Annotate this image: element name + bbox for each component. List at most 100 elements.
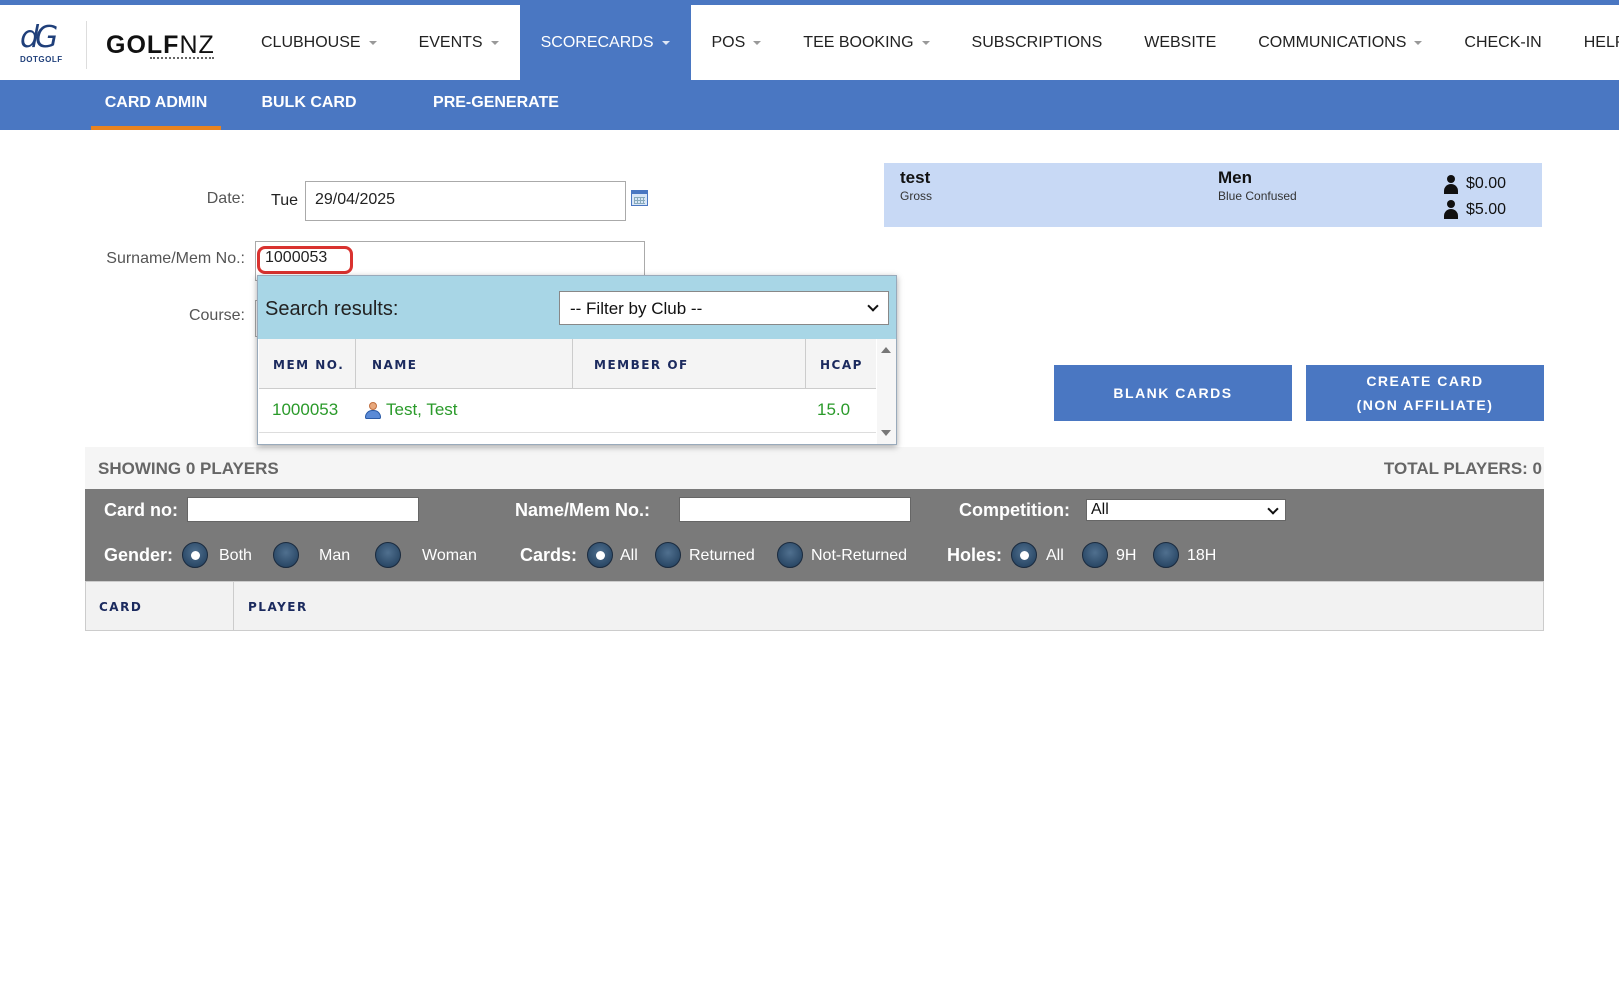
menu-clubhouse[interactable]: CLUBHOUSE — [240, 5, 398, 80]
club-filter-value: -- Filter by Club -- — [570, 299, 703, 318]
menu-subscriptions[interactable]: SUBSCRIPTIONS — [951, 5, 1124, 80]
col-member-of: MEMBER OF — [594, 358, 689, 372]
competition-select[interactable]: All — [1086, 499, 1286, 521]
column-divider — [355, 339, 356, 389]
club-filter-select[interactable]: -- Filter by Club -- — [559, 291, 889, 325]
create-card-button[interactable]: CREATE CARD (NON AFFILIATE) — [1306, 365, 1544, 421]
filter-bar: Card no: Name/Mem No.: Competition: All … — [85, 489, 1544, 581]
players-summary-bar: SHOWING 0 PLAYERS TOTAL PLAYERS: 0 — [85, 447, 1544, 489]
menu-pos[interactable]: POS — [691, 5, 783, 80]
info-category-sub: Blue Confused — [1218, 189, 1297, 203]
gender-man-radio[interactable] — [273, 542, 299, 568]
holes-18h-label: 18H — [1187, 547, 1217, 564]
create-card-sublabel: (NON AFFILIATE) — [1356, 397, 1494, 413]
cards-table-header: CARD PLAYER — [85, 581, 1544, 631]
day-label: Tue — [271, 192, 298, 209]
menu-label: SUBSCRIPTIONS — [971, 33, 1103, 51]
results-table-header: MEM NO. NAME MEMBER OF HCAP — [259, 339, 876, 389]
menu-website[interactable]: WEBSITE — [1123, 5, 1237, 80]
card-no-label: Card no: — [104, 500, 178, 520]
dotgolf-text: DOTGOLF — [20, 55, 63, 64]
person-icon — [1443, 175, 1459, 195]
result-hcap: 15.0 — [817, 400, 851, 419]
menu-label: COMMUNICATIONS — [1258, 33, 1407, 51]
holes-all-radio[interactable] — [1011, 542, 1037, 568]
column-divider — [572, 339, 573, 389]
col-mem-no: MEM NO. — [273, 358, 345, 372]
blank-cards-button[interactable]: BLANK CARDS — [1054, 365, 1292, 421]
menu-tee-booking[interactable]: TEE BOOKING — [782, 5, 950, 80]
golfnz-logo[interactable]: GOLFNZ — [106, 31, 215, 60]
menu-help[interactable]: HELP — [1563, 5, 1619, 80]
menu-events[interactable]: EVENTS — [398, 5, 520, 80]
name-filter-label: Name/Mem No.: — [515, 500, 651, 520]
info-name-sub: Gross — [900, 189, 933, 203]
menu-label: EVENTS — [418, 33, 483, 51]
cards-not-returned-label: Not-Returned — [811, 547, 908, 564]
surname-label: Surname/Mem No.: — [106, 250, 245, 267]
gender-both-label: Both — [219, 547, 252, 564]
caret-down-icon — [661, 40, 670, 45]
scroll-down-icon[interactable] — [881, 430, 891, 436]
menu-label: TEE BOOKING — [803, 33, 914, 51]
gender-label: Gender: — [104, 545, 174, 565]
caret-down-icon — [1414, 40, 1423, 45]
cards-all-radio[interactable] — [587, 542, 613, 568]
main-menu: CLUBHOUSE EVENTS SCORECARDS POS TEE BOOK… — [240, 5, 1619, 80]
menu-check-in[interactable]: CHECK-IN — [1443, 5, 1562, 80]
result-mem-no: 1000053 — [272, 400, 339, 419]
date-input[interactable]: 29/04/2025 — [305, 181, 626, 221]
dotgolf-mark: dG — [20, 20, 58, 55]
subnav-card-admin[interactable]: CARD ADMIN — [91, 80, 221, 130]
menu-communications[interactable]: COMMUNICATIONS — [1237, 5, 1443, 80]
menu-scorecards[interactable]: SCORECARDS — [519, 5, 691, 80]
menu-label: CLUBHOUSE — [261, 33, 361, 51]
column-divider — [233, 582, 234, 630]
search-result-row[interactable]: 1000053 Test, Test 15.0 — [259, 389, 876, 433]
cards-not-returned-radio[interactable] — [777, 542, 803, 568]
golf-lf: LF — [146, 31, 180, 59]
gender-man-label: Man — [319, 547, 351, 564]
holes-18h-radio[interactable] — [1153, 542, 1179, 568]
holes-9h-radio[interactable] — [1082, 542, 1108, 568]
menu-label: WEBSITE — [1144, 33, 1217, 51]
menu-label: POS — [711, 33, 746, 51]
dotgolf-logo[interactable]: dG DOTGOLF — [20, 23, 66, 73]
name-filter-input[interactable] — [679, 497, 911, 522]
col-player[interactable]: PLAYER — [248, 600, 308, 614]
subnav-pre-generate-cards[interactable]: PRE-GENERATE CARDS — [410, 80, 582, 157]
caret-down-icon — [490, 40, 499, 45]
showing-count: SHOWING 0 PLAYERS — [98, 459, 279, 478]
col-card[interactable]: CARD — [99, 600, 142, 614]
competition-label: Competition: — [959, 500, 1070, 520]
gender-woman-radio[interactable] — [375, 542, 401, 568]
caret-down-icon — [921, 40, 930, 45]
holes-all-label: All — [1046, 547, 1064, 564]
sub-navigation: CARD ADMIN BULK CARD ADMIN PRE-GENERATE … — [0, 80, 1619, 157]
logo-divider — [86, 21, 87, 69]
scroll-up-icon[interactable] — [881, 347, 891, 353]
golf-o: O — [126, 31, 147, 59]
course-label: Course: — [188, 307, 245, 324]
person-icon — [1443, 200, 1459, 220]
card-no-input[interactable] — [187, 497, 419, 522]
gender-both-radio[interactable] — [182, 542, 208, 568]
golfnz-subline — [150, 57, 214, 59]
cards-returned-radio[interactable] — [655, 542, 681, 568]
date-label: Date: — [206, 190, 245, 207]
competition-value: All — [1091, 501, 1109, 518]
calendar-icon[interactable] — [631, 190, 648, 206]
cards-returned-label: Returned — [689, 547, 755, 564]
subnav-bulk-card-admin[interactable]: BULK CARD ADMIN — [236, 80, 382, 157]
cards-all-label: All — [620, 547, 638, 564]
cards-label: Cards: — [520, 545, 578, 565]
price-2: $5.00 — [1466, 201, 1507, 218]
golf-nz: NZ — [179, 31, 215, 59]
column-divider — [805, 339, 806, 389]
user-icon — [364, 402, 382, 420]
blank-cards-label: BLANK CARDS — [1113, 385, 1233, 401]
results-scrollbar[interactable] — [877, 339, 896, 444]
popup-title: Search results: — [265, 298, 399, 320]
chevron-down-icon — [1267, 503, 1279, 515]
total-players: TOTAL PLAYERS: 0 — [1383, 459, 1542, 478]
